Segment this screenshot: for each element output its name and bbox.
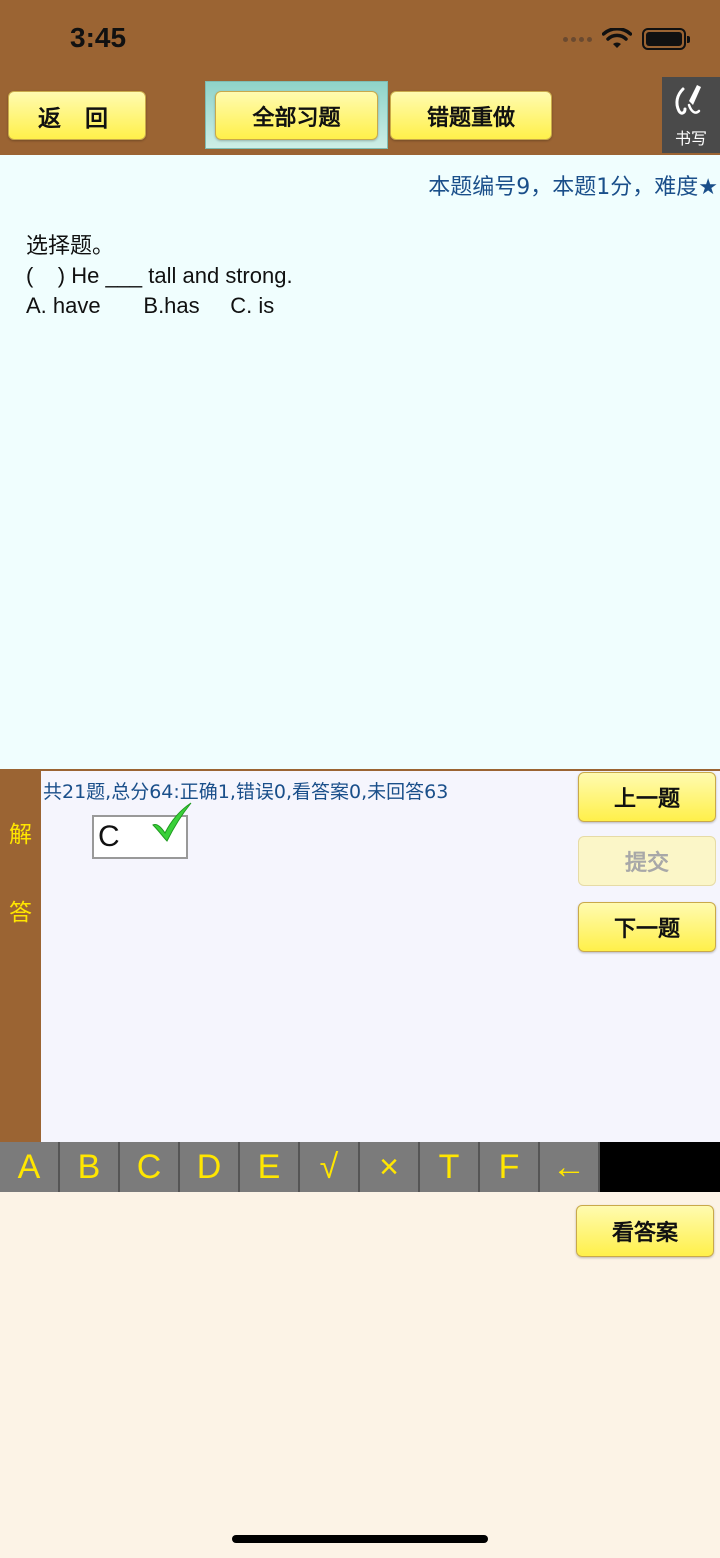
answer-value: C [98, 820, 120, 853]
top-toolbar: 3:45 返 回 全部习题 错题重做 书写 [0, 0, 720, 155]
score-summary: 共21题,总分64:正确1,错误0,看答案0,未回答63 [43, 781, 449, 803]
check-icon [152, 802, 192, 842]
status-icons [563, 28, 690, 50]
key-cross[interactable]: × [360, 1142, 420, 1192]
key-a[interactable]: A [0, 1142, 60, 1192]
write-label: 书写 [674, 129, 707, 148]
redo-wrong-button[interactable]: 错题重做 [390, 91, 552, 140]
status-time: 3:45 [70, 22, 127, 53]
key-b[interactable]: B [60, 1142, 120, 1192]
side-char: 答 [9, 900, 32, 926]
submit-button[interactable]: 提交 [578, 836, 716, 886]
key-check[interactable]: √ [300, 1142, 360, 1192]
key-e[interactable]: E [240, 1142, 300, 1192]
question-meta: 本题编号9，本题1分，难度★ [428, 175, 718, 200]
all-exercises-button[interactable]: 全部习题 [215, 91, 378, 140]
question-body: 选择题。 ( ) He ___ tall and strong. A. have… [26, 231, 293, 321]
write-button[interactable]: 书写 [662, 77, 720, 153]
answer-side-label: 解 答 [0, 771, 41, 1142]
answer-area: 共21题,总分64:正确1,错误0,看答案0,未回答63 C [41, 771, 720, 1142]
key-f[interactable]: F [480, 1142, 540, 1192]
question-line: 选择题。 [26, 233, 115, 258]
battery-icon [642, 28, 690, 50]
see-answer-button[interactable]: 看答案 [576, 1205, 714, 1257]
signal-icon [563, 36, 592, 42]
key-backspace[interactable]: ← [540, 1142, 600, 1192]
next-question-button[interactable]: 下一题 [578, 902, 716, 952]
question-area: 本题编号9，本题1分，难度★ 选择题。 ( ) He ___ tall and … [0, 155, 720, 769]
back-button[interactable]: 返 回 [8, 91, 146, 140]
home-indicator[interactable] [232, 1535, 488, 1543]
wifi-icon [602, 28, 632, 48]
key-c[interactable]: C [120, 1142, 180, 1192]
pen-icon [675, 85, 701, 115]
key-t[interactable]: T [420, 1142, 480, 1192]
answer-keyboard: A B C D E √ × T F ← [0, 1142, 720, 1192]
key-d[interactable]: D [180, 1142, 240, 1192]
prev-question-button[interactable]: 上一题 [578, 772, 716, 822]
side-char: 解 [9, 822, 32, 848]
question-line: ( ) He ___ tall and strong. [26, 263, 293, 288]
question-line: A. have B.has C. is [26, 293, 275, 318]
